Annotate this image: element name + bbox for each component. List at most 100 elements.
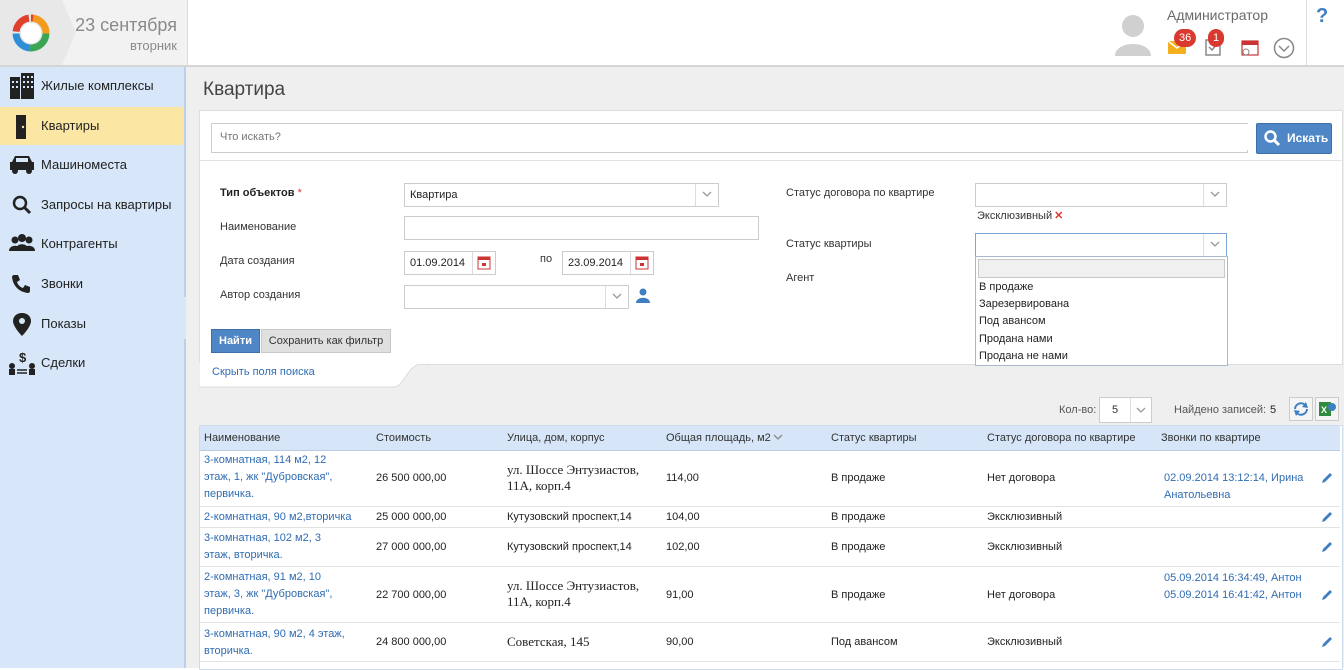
sidebar-item-parking[interactable]: Машиноместа: [0, 146, 184, 184]
chevron-down-icon: [1203, 234, 1226, 256]
status-cell: В продаже: [831, 472, 886, 484]
column-header[interactable]: Статус договора по квартире: [987, 432, 1135, 444]
contract-status-select[interactable]: [975, 183, 1227, 207]
created-from-field[interactable]: 01.09.2014: [404, 251, 496, 275]
edit-icon[interactable]: [1320, 635, 1334, 649]
sidebar-item-label: Звонки: [41, 276, 83, 291]
author-select[interactable]: [404, 285, 629, 309]
help-separator: [1306, 0, 1307, 65]
status-option[interactable]: Продана нами: [979, 333, 1053, 345]
table-row[interactable]: [200, 623, 1340, 662]
column-header[interactable]: Стоимость: [376, 432, 431, 444]
edit-icon[interactable]: [1320, 540, 1334, 554]
sidebar-item-apartments[interactable]: Квартиры: [0, 107, 184, 145]
door-icon: [16, 115, 26, 139]
call-link[interactable]: 02.09.2014 13:12:14, Ирина Анатольевна: [1164, 470, 1314, 504]
edit-icon[interactable]: [1320, 588, 1334, 602]
apartment-name-link[interactable]: 3-комнатная, 90 м2, 4 этаж, вторичка.: [204, 626, 349, 660]
user-name[interactable]: Администратор: [1167, 7, 1268, 23]
apartment-name-link[interactable]: 2-комнатная, 90 м2,вторичка: [204, 509, 351, 526]
call-link[interactable]: 05.09.2014 16:34:49, Антон: [1164, 570, 1302, 587]
search-bar[interactable]: [211, 123, 1248, 153]
price-cell: 25 000 000,00: [376, 511, 447, 523]
refresh-icon: [1294, 402, 1308, 416]
remove-tag-icon[interactable]: ✕: [1054, 210, 1063, 222]
user-icon[interactable]: [635, 287, 651, 303]
apartment-status-select[interactable]: [975, 233, 1227, 257]
apartment-status-dropdown: В продаже Зарезервирована Под авансом Пр…: [975, 256, 1228, 366]
object-type-label: Тип объектов *: [220, 187, 302, 199]
chevron-down-icon[interactable]: [1273, 37, 1295, 59]
table-row[interactable]: [200, 507, 1340, 528]
status-option[interactable]: Продана не нами: [979, 350, 1068, 362]
mail-count-badge: 36: [1174, 29, 1197, 47]
sidebar-item-counterparties[interactable]: Контрагенты: [0, 225, 184, 263]
calendar-icon[interactable]: [630, 252, 653, 274]
apartment-status-label: Статус квартиры: [786, 238, 872, 250]
area-cell: 90,00: [666, 636, 694, 648]
save-filter-button[interactable]: Сохранить как фильтр: [261, 329, 391, 353]
created-to-value: 23.09.2014: [568, 257, 624, 269]
column-header[interactable]: Наименование: [204, 432, 280, 444]
column-header[interactable]: Статус квартиры: [831, 432, 917, 444]
name-field[interactable]: [404, 216, 759, 240]
export-excel-button[interactable]: X: [1315, 397, 1339, 421]
qty-select[interactable]: 5: [1099, 397, 1152, 423]
search-input[interactable]: [212, 124, 1248, 150]
edit-icon[interactable]: [1320, 471, 1334, 485]
status-option[interactable]: Зарезервирована: [979, 298, 1069, 310]
sidebar-item-residential-complexes[interactable]: Жилые комплексы: [0, 67, 184, 105]
svg-text:$: $: [19, 350, 27, 365]
created-to-field[interactable]: 23.09.2014: [562, 251, 654, 275]
sort-desc-icon: [773, 434, 783, 440]
sidebar-item-deals[interactable]: $ Сделки: [0, 344, 184, 382]
object-type-select[interactable]: Квартира: [404, 183, 719, 207]
sidebar-item-calls[interactable]: Звонки: [0, 265, 184, 303]
apartment-name-link[interactable]: 2-комнатная, 91 м2, 10 этаж, 3, жк "Дубр…: [204, 569, 344, 620]
address-cell: Кутузовский проспект,14: [507, 541, 632, 553]
sidebar-item-label: Жилые комплексы: [41, 78, 154, 93]
apartment-name-link[interactable]: 3-комнатная, 114 м2, 12 этаж, 1, жк "Дуб…: [204, 452, 344, 503]
created-to-label: по: [540, 253, 553, 265]
chevron-down-icon: [1130, 398, 1151, 422]
sidebar-item-showings[interactable]: Показы: [0, 305, 184, 343]
calendar-icon[interactable]: [472, 252, 495, 274]
qty-label: Кол-во:: [1059, 404, 1097, 416]
dropdown-filter-input[interactable]: [978, 259, 1225, 278]
search-button[interactable]: Искать: [1256, 123, 1332, 154]
address-cell: Кутузовский проспект,14: [507, 511, 632, 523]
refresh-button[interactable]: [1289, 397, 1313, 421]
find-button[interactable]: Найти: [211, 329, 260, 353]
contract-cell: Эксклюзивный: [987, 541, 1063, 553]
help-icon[interactable]: ?: [1316, 5, 1328, 28]
status-option[interactable]: В продаже: [979, 281, 1033, 293]
contract-status-label: Статус договора по квартире: [786, 187, 935, 199]
column-header[interactable]: Общая площадь, м2: [666, 432, 783, 444]
status-cell: В продаже: [831, 589, 886, 601]
created-from-value: 01.09.2014: [410, 257, 466, 269]
column-header[interactable]: Улица, дом, корпус: [507, 432, 605, 444]
map-pin-icon: [13, 313, 31, 336]
apartment-name-link[interactable]: 3-комнатная, 102 м2, 3 этаж, вторичка.: [204, 530, 334, 564]
logo-icon[interactable]: [10, 12, 52, 54]
sidebar-item-apartment-requests[interactable]: Запросы на квартиры: [0, 186, 184, 224]
status-option[interactable]: Под авансом: [979, 315, 1046, 327]
call-link[interactable]: 05.09.2014 16:41:42, Антон: [1164, 587, 1302, 604]
divider: [200, 160, 1341, 161]
status-cell: В продаже: [831, 541, 886, 553]
contract-cell: Эксклюзивный: [987, 511, 1063, 523]
address-cell: Советская, 145: [507, 634, 590, 649]
page-title: Квартира: [203, 79, 286, 100]
edit-icon[interactable]: [1320, 510, 1334, 524]
column-header[interactable]: Звонки по квартире: [1161, 432, 1261, 444]
avatar[interactable]: [1112, 10, 1154, 56]
date-panel: 23 сентября вторник: [62, 0, 188, 65]
hide-search-fields-link[interactable]: Скрыть поля поиска: [212, 366, 315, 378]
table-row[interactable]: [200, 528, 1340, 567]
name-label: Наименование: [220, 221, 297, 233]
calendar-icon[interactable]: [1240, 38, 1260, 56]
author-label: Автор создания: [220, 289, 301, 301]
address-cell: ул. Шоссе Энтузиастов, 11А, корп.4: [507, 462, 640, 493]
search-icon: [12, 195, 32, 215]
address-cell: ул. Шоссе Энтузиастов, 11А, корп.4: [507, 578, 640, 609]
